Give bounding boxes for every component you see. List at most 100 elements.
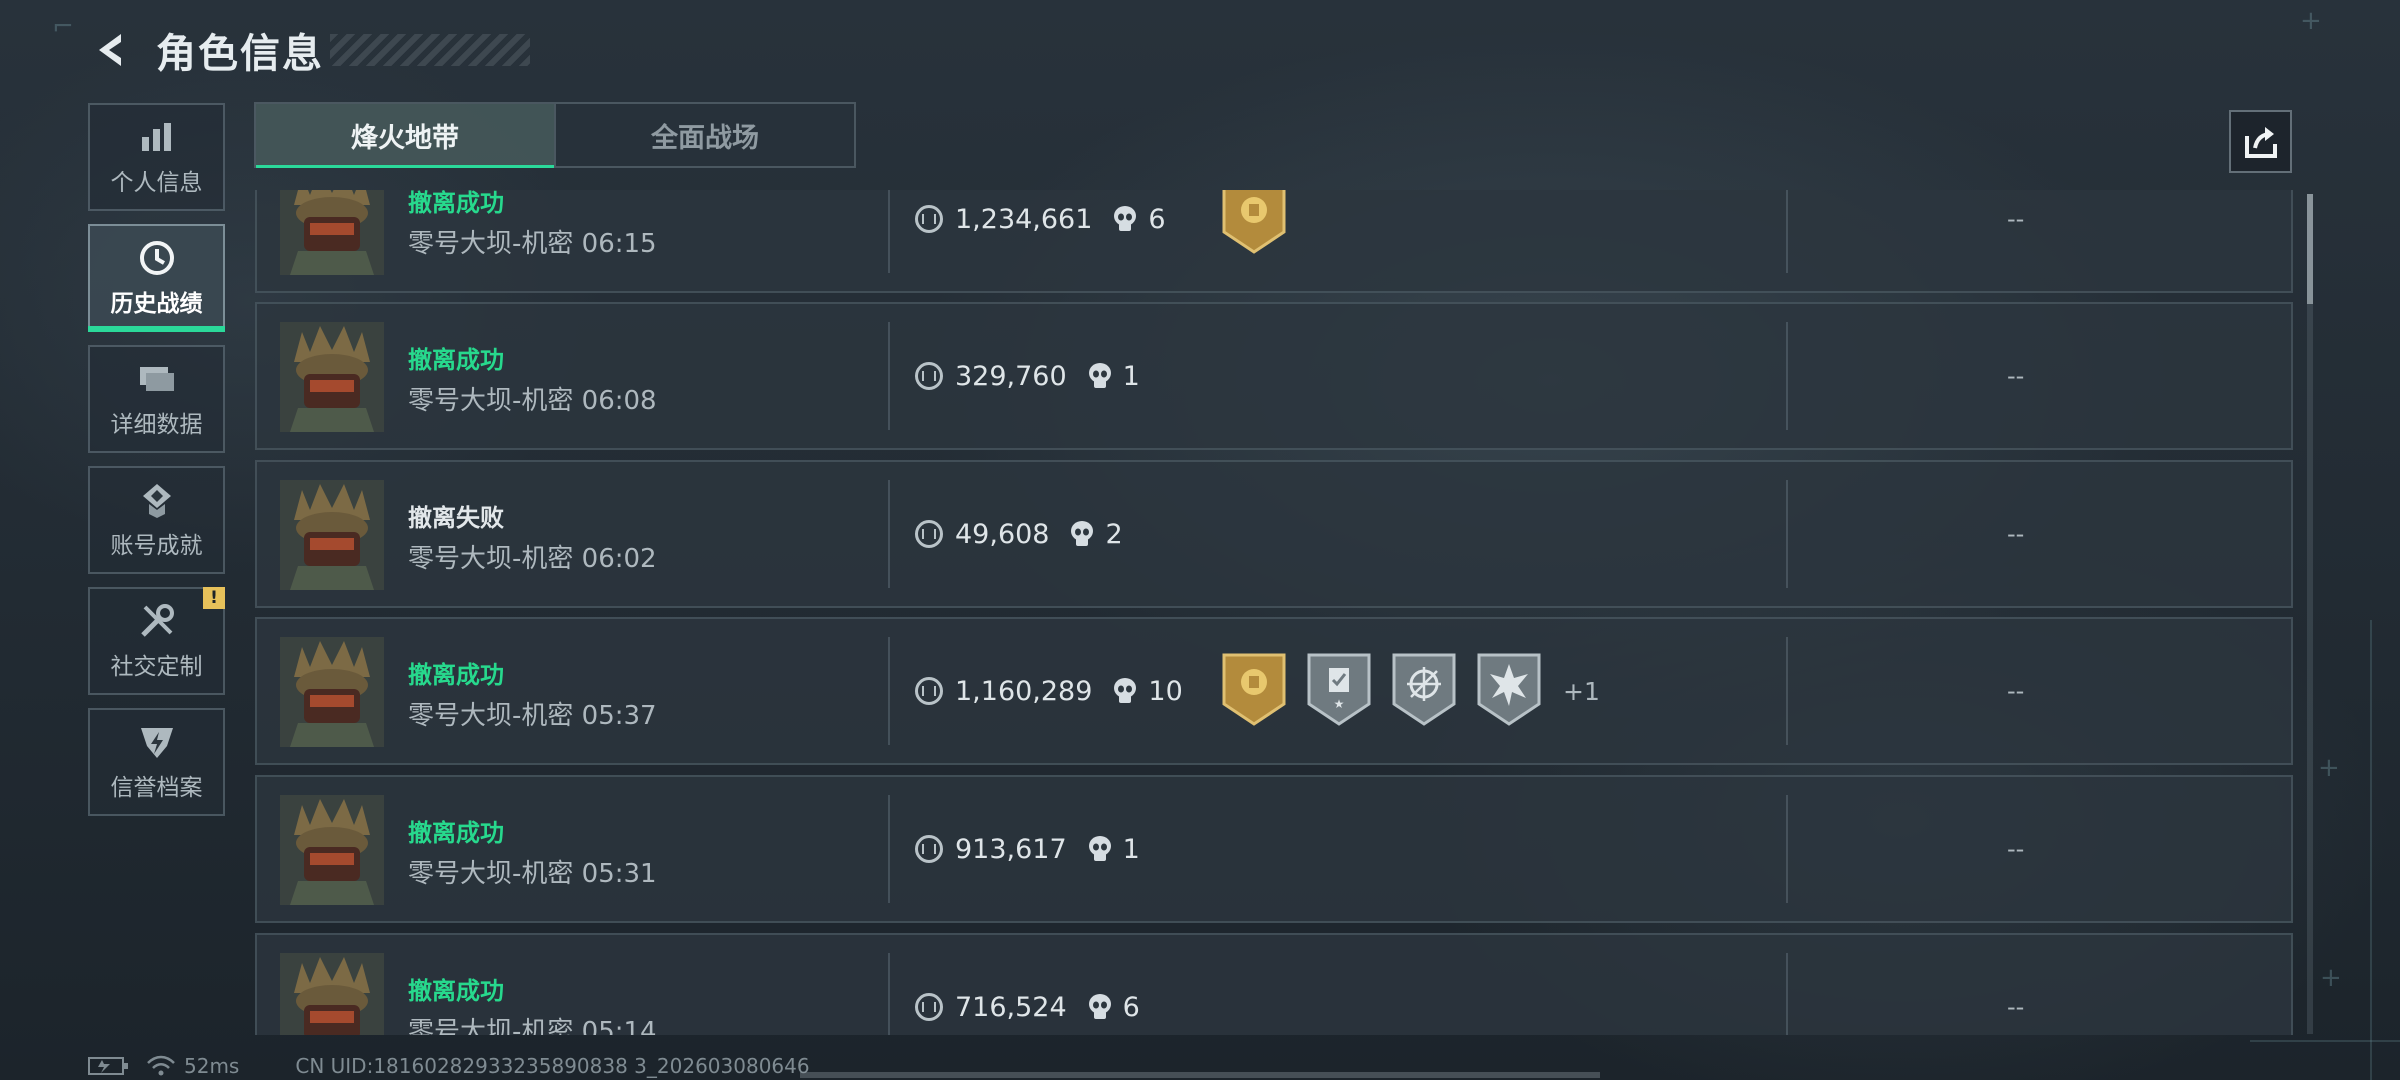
back-arrow-icon (99, 34, 121, 66)
extraction-status: 撤离成功 (408, 819, 504, 847)
list-scrollbar[interactable] (2307, 194, 2313, 1034)
share-button[interactable] (2229, 110, 2292, 173)
history-clock-icon (137, 238, 177, 278)
record-row[interactable]: 撤离成功零号大坝-机密 05:37 1,160,289 10 ★ +1 -- (255, 617, 2293, 765)
medal-list (1221, 190, 1306, 291)
skull-icon (1114, 206, 1137, 231)
nav-item-social-custom[interactable]: ! 社交定制 (88, 587, 225, 695)
map-and-time: 零号大坝-机密 05:31 (408, 853, 657, 890)
map-name: 零号大坝-机密 (408, 544, 574, 574)
coin-icon (915, 205, 943, 233)
column-divider (888, 322, 890, 430)
crosshair-medal-icon[interactable] (1391, 652, 1476, 730)
nav-label: 账号成就 (110, 533, 203, 559)
loot-value: 716,524 (955, 991, 1067, 1023)
tab-hazard-zone[interactable]: 烽火地带 (256, 104, 554, 168)
history-record-list: 撤离成功 零号大坝-机密 06:15 1,234,661 6 -- 撤离成功 零号大坝-机密… (255, 190, 2293, 1035)
clipboard-medal-icon[interactable]: ★ (1306, 652, 1391, 730)
map-and-time: 零号大坝-机密 05:14 (408, 1011, 657, 1035)
map-name: 零号大坝-机密 (408, 386, 574, 416)
svg-text:★: ★ (1334, 697, 1345, 711)
operator-avatar (280, 795, 384, 905)
coin-icon (915, 520, 943, 548)
map-name: 零号大坝-机密 (408, 701, 574, 731)
record-row[interactable]: 撤离成功 零号大坝-机密 06:15 1,234,661 6 -- (255, 190, 2293, 293)
skull-icon (1088, 836, 1111, 861)
extraction-status: 撤离成功 (408, 661, 504, 689)
coin-icon (915, 677, 943, 705)
nav-item-achievements[interactable]: 账号成就 (88, 466, 225, 574)
uid-text: CN UID:18160282933235890838 3_2026030806… (295, 1054, 810, 1078)
achievement-badge-icon (137, 480, 177, 520)
operator-avatar (280, 953, 384, 1035)
column-divider (1786, 795, 1788, 903)
gold-medal-icon[interactable] (1221, 652, 1306, 730)
nav-label: 社交定制 (110, 654, 203, 680)
extraction-status: 撤离成功 (408, 977, 504, 1005)
coin-icon (915, 362, 943, 390)
match-time: 05:14 (581, 1017, 657, 1035)
gold-medal-icon[interactable] (1221, 190, 1306, 258)
nav-item-detailed-data[interactable]: 详细数据 (88, 345, 225, 453)
operator-avatar (280, 637, 384, 747)
skull-icon (1114, 678, 1137, 703)
match-time: 06:15 (581, 229, 657, 259)
more-medals-count[interactable]: +1 (1563, 677, 1600, 706)
record-row[interactable]: 撤离失败 零号大坝-机密 06:02 49,608 2 -- (255, 460, 2293, 608)
nav-label: 详细数据 (110, 412, 203, 438)
wrench-tools-icon (137, 601, 177, 641)
map-name: 零号大坝-机密 (408, 1017, 574, 1035)
loot-and-kills: 1,160,289 10 (915, 619, 1183, 763)
result-placeholder: -- (2007, 677, 2025, 705)
operator-avatar (280, 480, 384, 590)
loot-value: 1,234,661 (955, 203, 1093, 235)
result-placeholder: -- (2007, 993, 2025, 1021)
nav-item-personal-info[interactable]: 个人信息 (88, 103, 225, 211)
extraction-status: 撤离失败 (408, 504, 504, 532)
map-name: 零号大坝-机密 (408, 859, 574, 889)
column-divider (1786, 190, 1788, 273)
extraction-status: 撤离成功 (408, 190, 504, 217)
kill-count: 2 (1105, 518, 1123, 550)
status-footer: 52ms CN UID:18160282933235890838 3_20260… (88, 1052, 810, 1080)
tab-full-battlefield[interactable]: 全面战场 (554, 104, 854, 166)
mode-tabs: 烽火地带 全面战场 (254, 102, 856, 168)
ping-value: 52ms (184, 1054, 240, 1078)
kill-count: 1 (1122, 833, 1140, 865)
explosion-medal-icon[interactable] (1476, 652, 1561, 730)
share-export-icon (2244, 126, 2277, 158)
wifi-icon (147, 1055, 175, 1076)
column-divider (1786, 953, 1788, 1035)
map-and-time: 零号大坝-机密 06:08 (408, 380, 657, 417)
nav-item-history[interactable]: 历史战绩 (88, 224, 225, 332)
record-row[interactable]: 撤离成功 零号大坝-机密 06:08 329,760 1 -- (255, 302, 2293, 450)
result-placeholder: -- (2007, 835, 2025, 863)
record-row[interactable]: 撤离成功 零号大坝-机密 05:31 913,617 1 -- (255, 775, 2293, 923)
column-divider (888, 480, 890, 588)
loot-and-kills: 1,234,661 6 (915, 190, 1166, 291)
skull-icon (1071, 521, 1094, 546)
nav-label: 信誉档案 (110, 775, 203, 801)
folders-icon (137, 359, 177, 399)
map-and-time: 零号大坝-机密 05:37 (408, 695, 657, 732)
coin-icon (915, 993, 943, 1021)
record-row[interactable]: 撤离成功 零号大坝-机密 05:14 716,524 6 -- (255, 933, 2293, 1035)
loot-value: 1,160,289 (955, 675, 1093, 707)
scrollbar-thumb[interactable] (2307, 194, 2313, 304)
column-divider (1786, 322, 1788, 430)
column-divider (888, 795, 890, 903)
result-placeholder: -- (2007, 362, 2025, 390)
nav-item-reputation[interactable]: 信誉档案 (88, 708, 225, 816)
loot-and-kills: 329,760 1 (915, 304, 1140, 448)
result-placeholder: -- (2007, 520, 2025, 548)
kill-count: 6 (1148, 203, 1166, 235)
operator-avatar (280, 190, 384, 275)
nav-label: 历史战绩 (110, 291, 203, 317)
map-and-time: 零号大坝-机密 06:02 (408, 538, 657, 575)
shield-bolt-icon (137, 722, 177, 762)
page-title: 角色信息 (156, 31, 324, 77)
column-divider (888, 190, 890, 273)
skull-icon (1088, 363, 1111, 388)
back-button[interactable] (88, 27, 134, 73)
match-time: 06:08 (581, 386, 657, 416)
